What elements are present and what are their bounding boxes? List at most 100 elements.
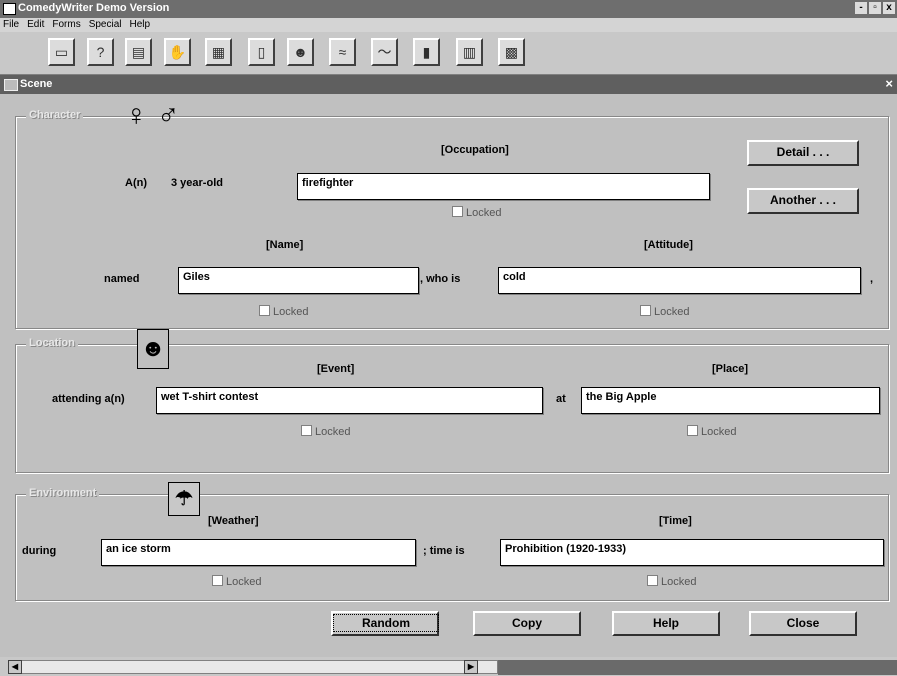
another-button-label: Another . . . — [770, 193, 836, 207]
attitude-field[interactable]: cold — [498, 267, 861, 294]
time-header: [Time] — [659, 515, 692, 527]
toolbar-help-icon[interactable]: ? — [87, 38, 114, 66]
detail-button-label: Detail . . . — [776, 145, 830, 159]
toolbar-scene-icon[interactable]: ▩ — [498, 38, 525, 66]
checkbox-box[interactable] — [259, 305, 270, 316]
event-locked-checkbox[interactable]: Locked — [301, 425, 350, 438]
age-value: 3 year-old — [171, 177, 223, 189]
status-gray-area — [498, 660, 897, 675]
occupation-locked-checkbox[interactable]: Locked — [452, 206, 501, 219]
attitude-comma: , — [870, 273, 874, 285]
occupation-header: [Occupation] — [441, 144, 509, 156]
weather-header: [Weather] — [208, 515, 259, 527]
toolbar-hand-icon[interactable]: ✋ — [164, 38, 191, 66]
character-legend: Character — [26, 109, 84, 121]
event-field[interactable]: wet T-shirt contest — [156, 387, 543, 414]
help-button-label: Help — [652, 616, 679, 630]
another-button[interactable]: Another . . . — [747, 188, 859, 214]
scene-form: Character ♀ ♂ [Occupation] A(n) 3 year-o… — [7, 96, 895, 652]
male-symbol-icon: ♂ — [157, 99, 180, 132]
attitude-header: [Attitude] — [644, 239, 693, 251]
menu-special[interactable]: Special — [89, 19, 122, 30]
random-button-label: Random — [333, 614, 439, 632]
close-app-button[interactable]: x — [883, 2, 895, 14]
environment-group: Environment ☂ [Weather] [Time] during an… — [15, 482, 889, 601]
copy-button[interactable]: Copy — [473, 611, 581, 636]
time-field[interactable]: Prohibition (1920-1933) — [500, 539, 884, 566]
checkbox-box[interactable] — [452, 206, 463, 217]
weather-field[interactable]: an ice storm — [101, 539, 416, 566]
time-is-label: ; time is — [423, 545, 465, 557]
minimize-button[interactable]: - — [855, 2, 867, 14]
at-label: at — [556, 393, 566, 405]
menu-forms[interactable]: Forms — [52, 19, 80, 30]
checkbox-box[interactable] — [212, 575, 223, 586]
who-is-label: , who is — [420, 273, 461, 285]
occupation-field[interactable]: firefighter — [297, 173, 710, 200]
character-group: Character ♀ ♂ [Occupation] A(n) 3 year-o… — [15, 99, 889, 329]
checkbox-box[interactable] — [640, 305, 651, 316]
menu-help[interactable]: Help — [130, 19, 151, 30]
scene-window-icon — [4, 79, 18, 91]
attending-label: attending a(n) — [52, 393, 125, 405]
checkbox-box[interactable] — [301, 425, 312, 436]
female-symbol-icon: ♀ — [125, 99, 148, 132]
help-button[interactable]: Help — [612, 611, 720, 636]
detail-button[interactable]: Detail . . . — [747, 140, 859, 166]
place-header: [Place] — [712, 363, 749, 375]
random-button[interactable]: Random — [331, 611, 439, 636]
event-header: [Event] — [317, 363, 355, 375]
app-icon — [3, 3, 16, 15]
close-button-label: Close — [786, 616, 820, 630]
checkbox-label: Locked — [226, 576, 262, 588]
menu-file[interactable]: File — [3, 19, 19, 30]
location-group: Location ☻ [Event] [Place] attending a(n… — [15, 329, 889, 473]
toolbar: ▭ ? ▤ ✋ ▦ ▯ ☻ ≈ 〜 ▮ ▥ ▩ — [0, 32, 897, 75]
named-label: named — [104, 273, 140, 285]
checkbox-box[interactable] — [687, 425, 698, 436]
menu-edit[interactable]: Edit — [27, 19, 44, 30]
checkbox-label: Locked — [701, 426, 737, 438]
horizontal-scrollbar[interactable]: ◀ ▶ — [8, 660, 498, 674]
name-header: [Name] — [266, 239, 304, 251]
menu-bar: File Edit Forms Special Help — [0, 18, 897, 32]
place-field[interactable]: the Big Apple — [581, 387, 880, 414]
toolbar-chart-icon[interactable]: ▥ — [456, 38, 483, 66]
weather-locked-checkbox[interactable]: Locked — [212, 575, 261, 588]
toolbar-figure-icon[interactable]: ▮ — [413, 38, 440, 66]
during-label: during — [22, 545, 57, 557]
name-locked-checkbox[interactable]: Locked — [259, 305, 308, 318]
a-label: A(n) — [125, 177, 147, 189]
close-button[interactable]: Close — [749, 611, 857, 636]
checkbox-label: Locked — [661, 576, 697, 588]
scene-close-icon[interactable]: × — [885, 76, 893, 91]
place-locked-checkbox[interactable]: Locked — [687, 425, 736, 438]
toolbar-print-icon[interactable]: ▤ — [125, 38, 152, 66]
toolbar-weather-icon[interactable]: ≈ — [329, 38, 356, 66]
toolbar-bulb-icon[interactable]: ▯ — [248, 38, 275, 66]
scroll-left-icon[interactable]: ◀ — [8, 660, 22, 674]
weather-icon: ☂ — [168, 482, 200, 516]
maximize-button[interactable]: ▫ — [869, 2, 881, 14]
name-field[interactable]: Giles — [178, 267, 419, 294]
checkbox-label: Locked — [466, 207, 502, 219]
scene-title-bar: Scene × — [0, 75, 897, 94]
scroll-right-icon[interactable]: ▶ — [464, 660, 478, 674]
attitude-locked-checkbox[interactable]: Locked — [640, 305, 689, 318]
location-legend: Location — [26, 337, 78, 349]
toolbar-calendar-icon[interactable]: ▦ — [205, 38, 232, 66]
toolbar-folder-icon[interactable]: ▭ — [48, 38, 75, 66]
checkbox-label: Locked — [315, 426, 351, 438]
copy-button-label: Copy — [512, 616, 542, 630]
checkbox-box[interactable] — [647, 575, 658, 586]
app-title: ComedyWriter Demo Version — [18, 2, 170, 14]
scene-title: Scene — [20, 78, 53, 90]
checkbox-label: Locked — [654, 306, 690, 318]
app-title-bar: ComedyWriter Demo Version - ▫ x — [0, 0, 897, 18]
location-face-icon: ☻ — [137, 329, 169, 369]
toolbar-face-icon[interactable]: ☻ — [287, 38, 314, 66]
toolbar-wave-icon[interactable]: 〜 — [371, 38, 398, 66]
checkbox-label: Locked — [273, 306, 309, 318]
environment-legend: Environment — [26, 487, 100, 499]
time-locked-checkbox[interactable]: Locked — [647, 575, 696, 588]
